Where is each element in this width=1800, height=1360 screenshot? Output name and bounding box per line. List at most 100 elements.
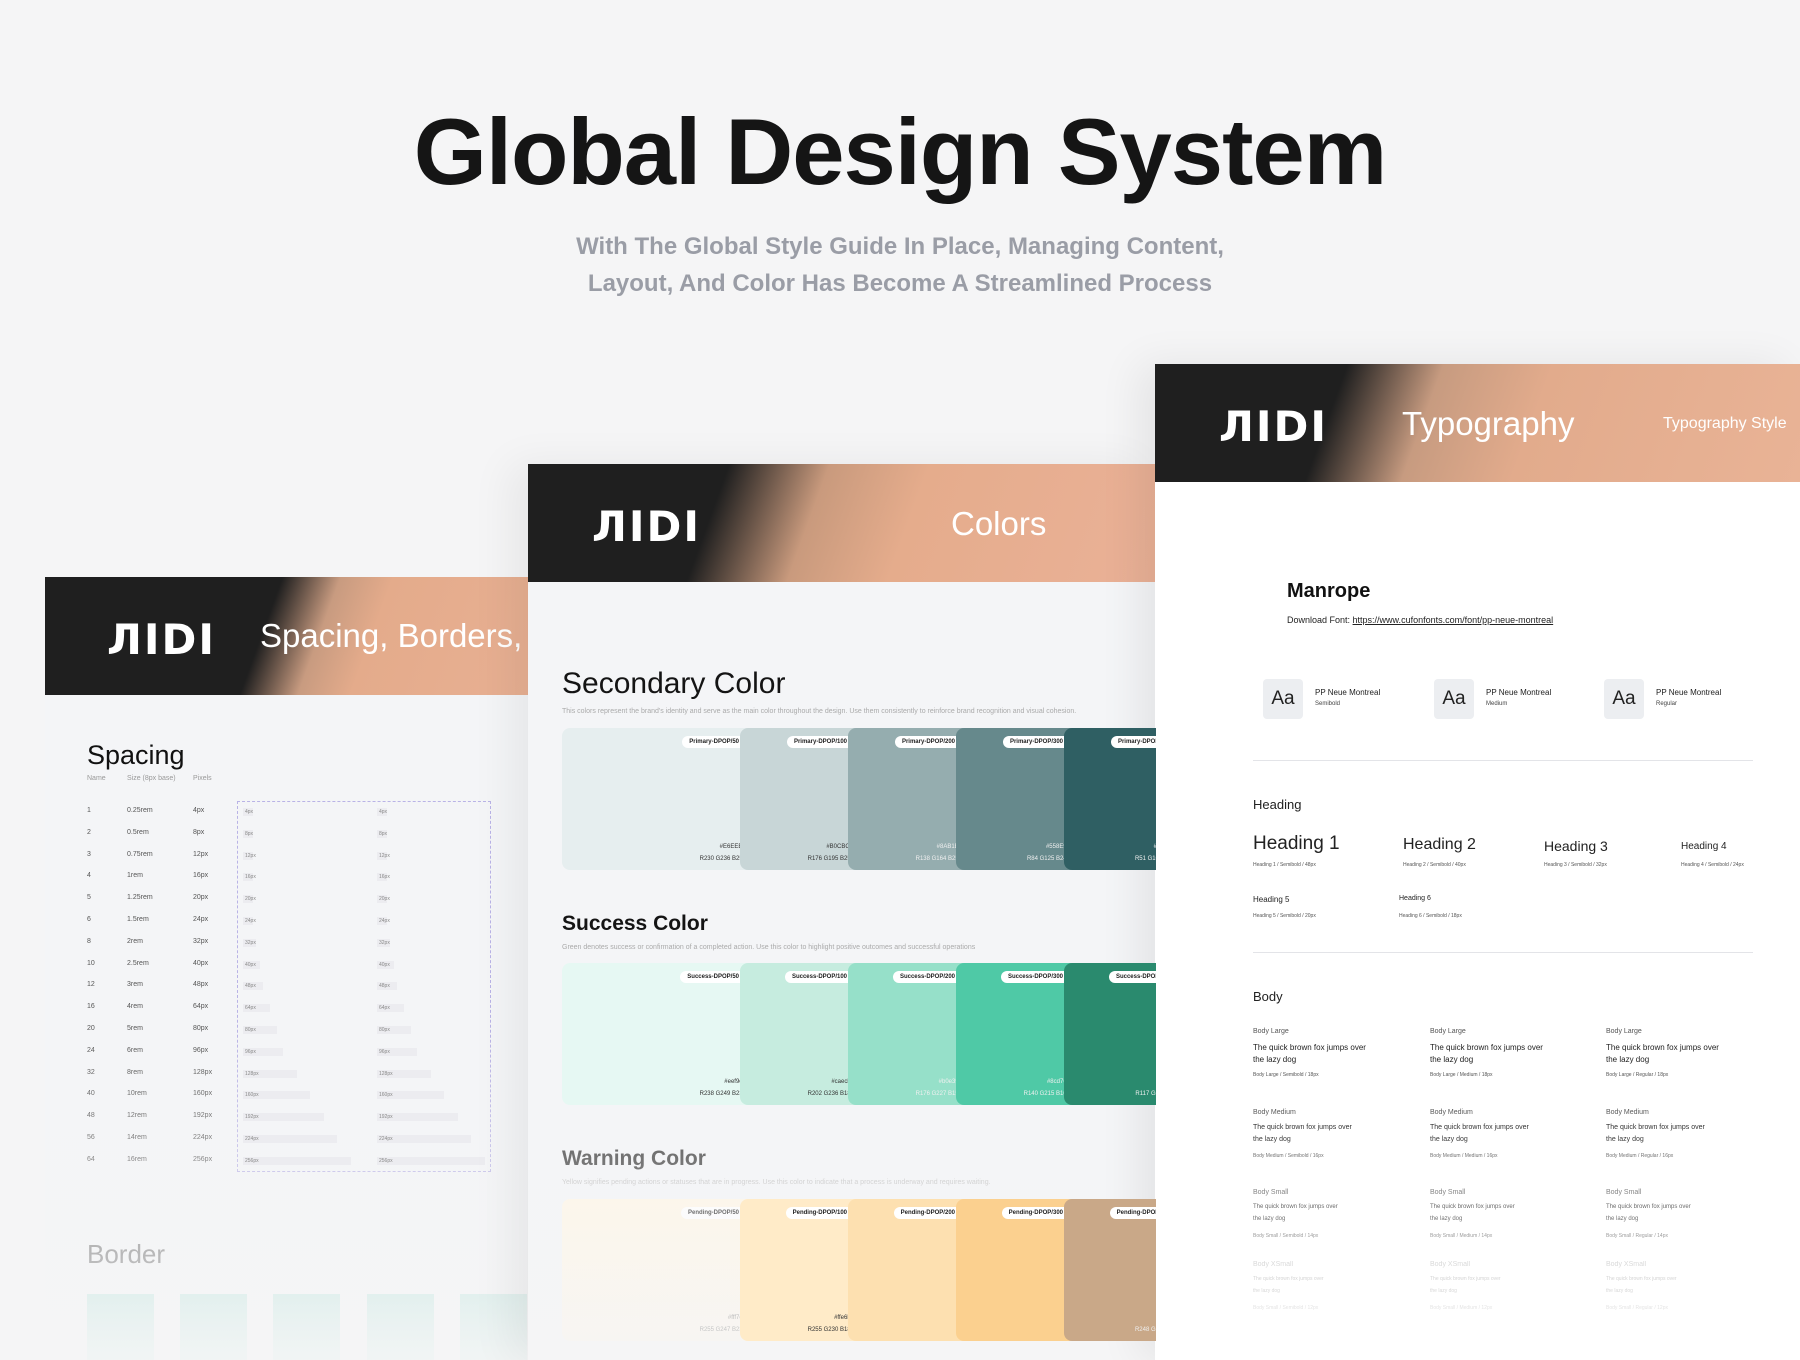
spacing-pixels: 48px xyxy=(193,981,209,989)
spacing-row: 3 0.75rem 12px xyxy=(87,851,507,863)
download-font-label: Download Font: xyxy=(1287,615,1353,625)
spacing-bar: 4px xyxy=(377,808,388,816)
spacing-row: 8 2rem 32px xyxy=(87,938,507,950)
body-sample-line-2: the lazy dog xyxy=(1430,1216,1463,1222)
warning-swatch[interactable]: Pending-DPOP/200 xyxy=(848,1199,970,1341)
spacing-size: 16rem xyxy=(127,1155,147,1163)
secondary-color-title: Secondary Color xyxy=(562,667,786,700)
spacing-name: 40 xyxy=(87,1090,95,1098)
body-style-meta: Body Medium / Medium / 16px xyxy=(1430,1153,1498,1159)
spacing-pixels: 16px xyxy=(193,872,209,880)
body-style-meta: Body Small / Regular / 12px xyxy=(1606,1305,1668,1311)
body-style-meta: Body Large / Medium / 18px xyxy=(1430,1072,1493,1078)
spacing-bar: 256px xyxy=(377,1156,485,1165)
font-weight-label: Regular xyxy=(1656,701,1678,707)
body-sample-line-2: the lazy dog xyxy=(1253,1216,1286,1222)
body-sample-line-2: the lazy dog xyxy=(1606,1288,1633,1294)
secondary-swatch[interactable]: Primary-DPOP/50 #E6EEEF R230 G236 B254 xyxy=(562,728,754,870)
spacing-size: 2.5rem xyxy=(127,959,149,967)
warning-swatch[interactable]: Pending-DPOP/50 #fff7e8 R255 G247 B232 xyxy=(562,1199,754,1341)
body-style-meta: Body Medium / Semibold / 16px xyxy=(1253,1153,1324,1159)
success-swatch[interactable]: Success-DPOP/200 #b0e396 R176 G227 B150 xyxy=(848,963,970,1105)
body-style-name: Body Large xyxy=(1606,1028,1642,1035)
spacing-header-name: Name xyxy=(87,775,106,782)
spacing-bar: 48px xyxy=(377,982,398,991)
success-color-title: Success Color xyxy=(562,912,708,935)
spacing-size: 4rem xyxy=(127,1003,143,1011)
heading-4-sample: Heading 4 xyxy=(1681,841,1727,852)
spacing-name: 3 xyxy=(87,850,91,858)
spacing-row: 2 0.5rem 8px xyxy=(87,829,507,841)
spacing-card-title: Spacing, Borders, S xyxy=(260,617,530,654)
body-sample-line-2: the lazy dog xyxy=(1253,1136,1291,1143)
spacing-pixels: 40px xyxy=(193,959,209,967)
spacing-bar: 24px xyxy=(243,917,256,925)
body-style-name: Body XSmall xyxy=(1606,1261,1647,1268)
secondary-swatch[interactable]: Primary-DPOP/300 #558E91 R84 G125 B249 xyxy=(956,728,1078,870)
warning-swatch[interactable]: Pending-DPOP/400#f8c041R248 G192 B73 xyxy=(1064,1199,1156,1341)
spacing-size: 1.5rem xyxy=(127,916,149,923)
spacing-pixels: 8px xyxy=(193,828,205,836)
spacing-name: 5 xyxy=(87,894,91,902)
spacing-name: 16 xyxy=(87,1003,95,1011)
spacing-bar: 192px xyxy=(243,1113,324,1122)
hero-subtitle-line-2: Layout, And Color Has Become A Streamlin… xyxy=(587,270,1213,297)
border-swatch xyxy=(460,1294,527,1360)
body-sample-line-2: the lazy dog xyxy=(1606,1136,1644,1143)
spacing-size: 0.5rem xyxy=(127,828,149,836)
spacing-pixels: 96px xyxy=(193,1046,209,1054)
spacing-bar: 160px xyxy=(377,1091,445,1100)
body-style-meta: Body Small / Semibold / 12px xyxy=(1253,1305,1319,1311)
download-font-link[interactable]: https://www.cufonfonts.com/font/pp-neue-… xyxy=(1353,615,1554,625)
secondary-color-description: This colors represent the brand's identi… xyxy=(562,708,1077,715)
font-sample-regular: Aa xyxy=(1604,679,1644,719)
spacing-size: 0.25rem xyxy=(127,807,153,814)
heading-1-meta: Heading 1 / Semibold / 48px xyxy=(1253,862,1316,868)
spacing-row: 24 6rem 96px xyxy=(87,1047,507,1059)
spacing-size: 2rem xyxy=(127,937,143,945)
swatch-token-tag: Success-DPOP/200 xyxy=(892,971,962,983)
spacing-name: 48 xyxy=(87,1112,95,1120)
warning-swatch[interactable]: Pending-DPOP/100 #ffe6b8 R255 G230 B184 xyxy=(740,1199,862,1341)
spacing-bar: 192px xyxy=(377,1113,458,1122)
spacing-bar: 16px xyxy=(243,873,256,882)
spacing-size: 1rem xyxy=(127,872,143,880)
font-name: Manrope xyxy=(1287,580,1371,602)
body-sample-line-1: The quick brown fox jumps over xyxy=(1430,1124,1529,1131)
secondary-swatch[interactable]: Primary-DPOP/100 #B0CBCC R176 G195 B252 xyxy=(740,728,862,870)
body-sample-line-1: The quick brown fox jumps over xyxy=(1606,1204,1691,1210)
divider xyxy=(1253,760,1753,761)
secondary-swatch[interactable]: Primary-DPOP/400 #34787C R51 G100 B248 xyxy=(1064,728,1156,870)
success-swatch[interactable]: Success-DPOP/100 #caecb8 R202 G236 B184 xyxy=(740,963,862,1105)
warning-swatch-row: Pending-DPOP/50 #fff7e8 R255 G247 B232 Pend… xyxy=(562,1199,1156,1341)
success-swatch[interactable]: Success-DPOP/400#75cf49R117 G207 B73 xyxy=(1064,963,1156,1105)
body-sample-line-2: the lazy dog xyxy=(1430,1136,1468,1143)
spacing-name: 4 xyxy=(87,872,91,880)
spacing-row: 4 1rem 16px xyxy=(87,872,507,884)
spacing-name: 8 xyxy=(87,937,91,945)
typography-fade-overlay xyxy=(1155,1100,1800,1360)
spacing-card-header: ЛIDI Spacing, Borders, S xyxy=(45,577,530,695)
spacing-bar: 64px xyxy=(377,1004,404,1013)
swatch-rgb-value: R248 G192 B73 xyxy=(1134,1327,1156,1333)
spacing-bar: 224px xyxy=(243,1135,338,1143)
spacing-bar: 256px xyxy=(243,1156,351,1165)
hero-title: Global Design System xyxy=(413,99,1388,204)
swatch-token-tag: Pending-DPOP/50 xyxy=(680,1207,746,1219)
body-style-meta: Body Small / Regular / 14px xyxy=(1606,1233,1668,1239)
secondary-swatch[interactable]: Primary-DPOP/200 #8AB1B4 R138 G164 B251 xyxy=(848,728,970,870)
body-style-meta: Body Small / Medium / 14px xyxy=(1430,1233,1493,1239)
swatch-rgb-value: R117 G207 B73 xyxy=(1135,1091,1156,1097)
body-style-name: Body Large xyxy=(1253,1028,1289,1035)
warning-swatch[interactable]: Pending-DPOP/300 xyxy=(956,1199,1078,1341)
success-swatch[interactable]: Success-DPOP/50 #eef9e8 R238 G249 B232 xyxy=(562,963,754,1105)
success-swatch[interactable]: Success-DPOP/300 #8cd766 R140 G215 B102 xyxy=(956,963,1078,1105)
spacing-section-title: Spacing xyxy=(87,740,185,770)
font-sample-medium: Aa xyxy=(1434,679,1474,719)
body-sample-line-2: the lazy dog xyxy=(1253,1288,1280,1294)
body-style-name: Body Small xyxy=(1606,1189,1642,1196)
hero-subtitle: With The Global Style Guide In Place, Ma… xyxy=(0,228,1800,302)
spacing-name: 2 xyxy=(87,828,91,836)
spacing-name: 1 xyxy=(87,807,91,814)
body-style-meta: Body Medium / Regular / 16px xyxy=(1606,1153,1674,1159)
